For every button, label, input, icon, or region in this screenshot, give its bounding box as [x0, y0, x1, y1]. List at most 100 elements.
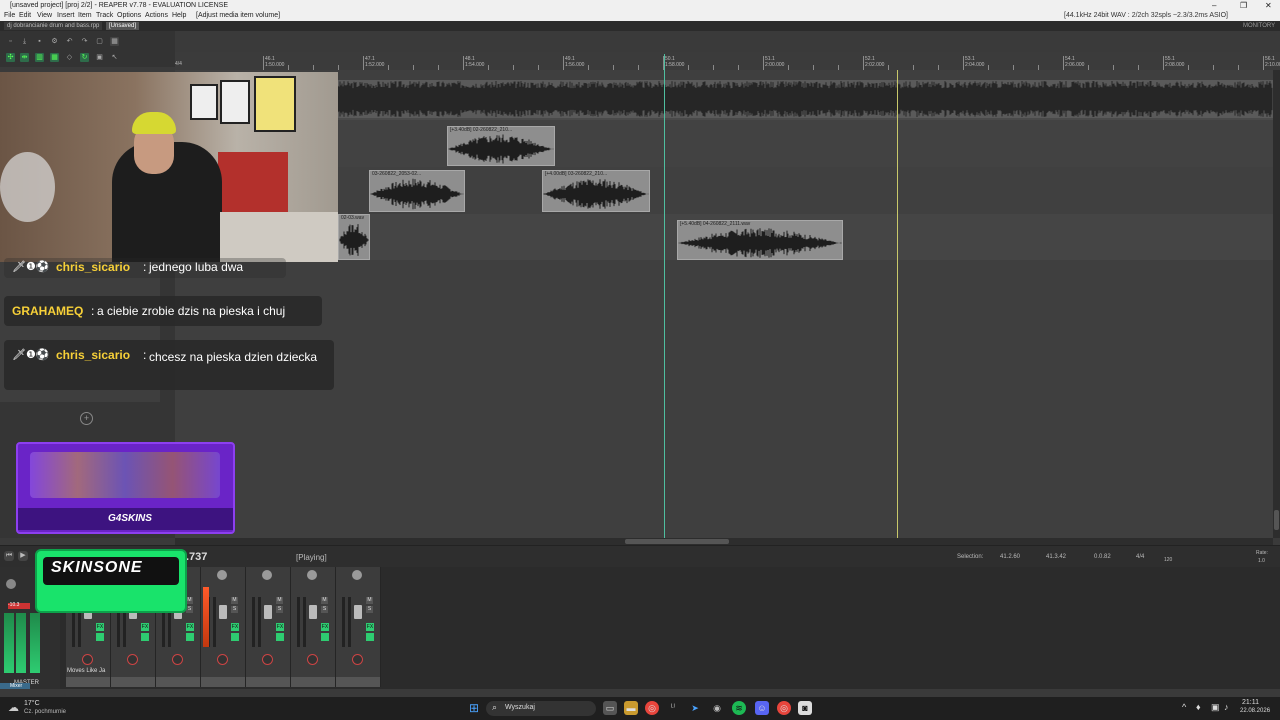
fx-bypass-button[interactable] — [231, 633, 239, 641]
menu-edit[interactable]: Edit — [19, 11, 31, 21]
record-arm-button[interactable] — [172, 654, 183, 665]
record-arm-button[interactable] — [127, 654, 138, 665]
mute-button[interactable]: M — [231, 597, 238, 604]
track-name-bar[interactable] — [291, 677, 335, 687]
fx-button[interactable]: FX — [96, 623, 104, 631]
fx-bypass-button[interactable] — [186, 633, 194, 641]
obs-icon[interactable]: ◉ — [710, 701, 724, 715]
weather-icon[interactable]: ☁ — [8, 701, 19, 714]
record-arm-button[interactable] — [217, 654, 228, 665]
open-project-icon[interactable]: ⤓ — [20, 37, 29, 46]
track-name-bar[interactable] — [111, 677, 155, 687]
settings-icon[interactable]: ⚙ — [50, 37, 59, 46]
fx-button[interactable]: FX — [186, 623, 194, 631]
grid-snap-icon[interactable]: ▦ — [50, 53, 59, 62]
horizontal-scrollbar[interactable] — [175, 538, 1273, 545]
volume-fader[interactable] — [309, 605, 317, 619]
mute-button[interactable]: M — [366, 597, 373, 604]
tray-app-icon[interactable]: ♦ — [1196, 702, 1201, 712]
trim-icon[interactable]: ▥ — [35, 53, 44, 62]
playhead[interactable] — [664, 54, 665, 538]
media-item-1[interactable]: [+3.40dB] 02-260822_210... — [447, 126, 555, 166]
pan-knob[interactable] — [262, 570, 272, 580]
fx-bypass-button[interactable] — [96, 633, 104, 641]
menu-view[interactable]: View — [37, 11, 52, 21]
scrollbar-thumb[interactable] — [625, 539, 729, 544]
discord-icon[interactable]: ☺ — [755, 701, 769, 715]
volume-fader[interactable] — [264, 605, 272, 619]
lock-icon[interactable]: ▣ — [95, 53, 104, 62]
rate-value[interactable]: 1.0 — [1258, 558, 1265, 564]
new-project-icon[interactable]: ▫ — [6, 37, 15, 46]
clock-date[interactable]: 22.08.2026 — [1240, 708, 1270, 714]
selection-length[interactable]: 0.0.82 — [1094, 554, 1111, 560]
reaper-icon[interactable]: ◙ — [798, 701, 812, 715]
snap-icon[interactable]: ✣ — [6, 53, 15, 62]
menu-help[interactable]: Help — [172, 11, 186, 21]
chrome-2-icon[interactable]: ◎ — [777, 701, 791, 715]
metronome-icon[interactable]: ▢ — [95, 37, 104, 46]
fx-bypass-button[interactable] — [141, 633, 149, 641]
fx-button[interactable]: FX — [321, 623, 329, 631]
solo-button[interactable]: S — [366, 606, 373, 613]
task-view-icon[interactable]: ▭ — [603, 701, 617, 715]
solo-button[interactable]: S — [276, 606, 283, 613]
menu-options[interactable]: Options — [117, 11, 141, 21]
fx-button[interactable]: FX — [141, 623, 149, 631]
edit-cursor[interactable] — [897, 70, 898, 538]
solo-button[interactable]: S — [321, 606, 328, 613]
fx-button[interactable]: FX — [366, 623, 374, 631]
fx-button[interactable]: FX — [231, 623, 239, 631]
redo-icon[interactable]: ↷ — [80, 37, 89, 46]
solo-button[interactable]: S — [231, 606, 238, 613]
mouse-modifier-icon[interactable]: ↖ — [110, 53, 119, 62]
pan-knob[interactable] — [307, 570, 317, 580]
app-icon[interactable]: ᴸᴵ — [666, 701, 680, 715]
play-icon[interactable]: ▶ — [18, 551, 28, 561]
media-item-5[interactable]: [+5.40dB] 04-260822_2111.wav — [677, 220, 843, 260]
telegram-icon[interactable]: ➤ — [688, 701, 702, 715]
record-arm-button[interactable] — [82, 654, 93, 665]
track-name-bar[interactable] — [336, 677, 380, 687]
chrome-icon[interactable]: ◎ — [645, 701, 659, 715]
project-tab-1[interactable]: dj dobrancianie drum and bass.rpp — [4, 22, 103, 30]
time-signature[interactable]: 4/4 — [1136, 554, 1144, 560]
track-name-bar[interactable] — [201, 677, 245, 687]
ripple-icon[interactable]: ⇹ — [20, 53, 29, 62]
undo-icon[interactable]: ↶ — [65, 37, 74, 46]
arrange-view[interactable]: [+3.40dB] 02-260822_210... 03-260822_205… — [175, 54, 1273, 538]
fx-bypass-button[interactable] — [366, 633, 374, 641]
menu-track[interactable]: Track — [96, 11, 113, 21]
tray-chevron-icon[interactable]: ^ — [1182, 702, 1186, 712]
pan-knob[interactable] — [352, 570, 362, 580]
volume-fader[interactable] — [354, 605, 362, 619]
media-item-2[interactable]: 03-260822_2053-02... — [369, 170, 465, 212]
selection-end[interactable]: 41.3.42 — [1046, 554, 1066, 560]
solo-button[interactable]: S — [186, 606, 193, 613]
loop-icon[interactable]: ↻ — [80, 53, 89, 62]
spotify-icon[interactable]: ≋ — [732, 701, 746, 715]
maximize-button[interactable]: ❐ — [1240, 0, 1247, 11]
network-icon[interactable]: ▣ — [1211, 702, 1220, 713]
track-name-bar[interactable] — [246, 677, 290, 687]
clock-time[interactable]: 21:11 — [1242, 699, 1259, 706]
volume-fader[interactable] — [219, 605, 227, 619]
mute-button[interactable]: M — [276, 597, 283, 604]
record-arm-button[interactable] — [307, 654, 318, 665]
scrollbar-thumb[interactable] — [1274, 510, 1279, 530]
windows-start-icon[interactable]: ⊞ — [467, 701, 481, 715]
media-item-long[interactable] — [338, 80, 1273, 118]
fx-bypass-button[interactable] — [321, 633, 329, 641]
fx-button[interactable]: FX — [276, 623, 284, 631]
mute-button[interactable]: M — [321, 597, 328, 604]
mute-button[interactable]: M — [186, 597, 193, 604]
record-arm-button[interactable] — [262, 654, 273, 665]
file-explorer-icon[interactable]: ▬ — [624, 701, 638, 715]
tempo[interactable]: 120 — [1164, 557, 1172, 563]
taskbar-search[interactable]: ⌕ Wyszukaj — [486, 701, 596, 716]
grid-icon[interactable]: ▦ — [110, 37, 119, 46]
add-track-icon[interactable]: + — [80, 412, 93, 425]
volume-icon[interactable]: ♪ — [1224, 702, 1229, 712]
menu-file[interactable]: File — [4, 11, 15, 21]
close-button[interactable]: ✕ — [1265, 0, 1272, 11]
